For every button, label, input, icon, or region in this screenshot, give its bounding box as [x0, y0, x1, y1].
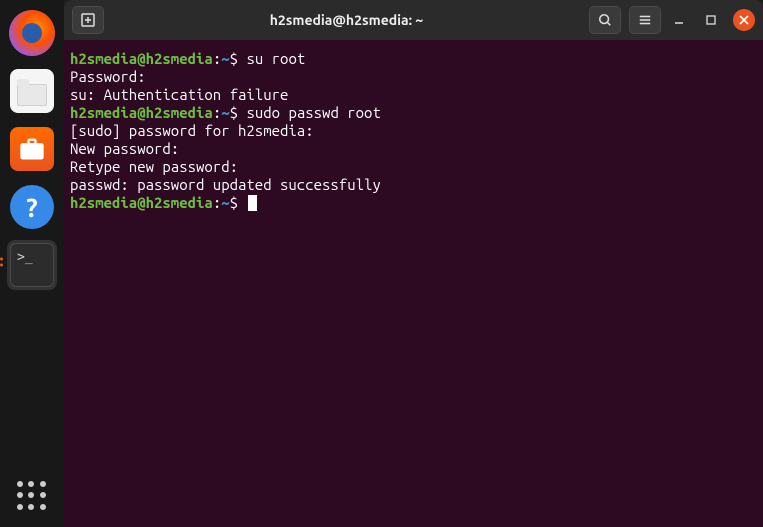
firefox-icon	[9, 10, 55, 56]
cursor	[248, 195, 257, 211]
software-icon	[10, 127, 54, 171]
maximize-icon	[706, 15, 716, 25]
software-launcher[interactable]	[7, 124, 57, 174]
hamburger-icon	[638, 13, 652, 27]
help-icon: ?	[10, 185, 54, 229]
terminal-launcher[interactable]: >_	[7, 240, 57, 290]
dock: ? >_	[0, 0, 64, 527]
show-applications-button[interactable]	[17, 481, 47, 511]
terminal-line: h2smedia@h2smedia:~$ su root	[70, 50, 757, 68]
search-button[interactable]	[589, 6, 621, 34]
files-launcher[interactable]	[7, 66, 57, 116]
prompt-host: h2smedia	[146, 50, 213, 67]
files-icon	[10, 69, 54, 113]
search-icon	[598, 13, 612, 27]
terminal-line: su: Authentication failure	[70, 86, 757, 104]
firefox-launcher[interactable]	[7, 8, 57, 58]
terminal-body[interactable]: h2smedia@h2smedia:~$ su root Password: s…	[64, 40, 763, 527]
terminal-line: h2smedia@h2smedia:~$	[70, 194, 757, 212]
menu-button[interactable]	[629, 6, 661, 34]
window-title: h2smedia@h2smedia: ~	[112, 12, 581, 28]
terminal-line: passwd: password updated successfully	[70, 176, 757, 194]
help-launcher[interactable]: ?	[7, 182, 57, 232]
terminal-line: Retype new password:	[70, 158, 757, 176]
new-tab-icon	[80, 12, 96, 28]
prompt-user: h2smedia	[70, 50, 137, 67]
close-icon	[739, 15, 749, 25]
terminal-line: [sudo] password for h2smedia:	[70, 122, 757, 140]
maximize-button[interactable]	[701, 10, 721, 30]
active-indicator	[0, 264, 3, 267]
window-controls	[669, 9, 755, 31]
terminal-line: h2smedia@h2smedia:~$ sudo passwd root	[70, 104, 757, 122]
titlebar: h2smedia@h2smedia: ~	[64, 0, 763, 40]
minimize-icon	[674, 15, 684, 25]
command-text: su root	[246, 50, 305, 67]
close-button[interactable]	[733, 9, 755, 31]
terminal-line: New password:	[70, 140, 757, 158]
prompt-path: ~	[221, 50, 229, 67]
terminal-line: Password:	[70, 68, 757, 86]
terminal-icon: >_	[10, 243, 54, 287]
minimize-button[interactable]	[669, 10, 689, 30]
new-tab-button[interactable]	[72, 6, 104, 34]
command-text: sudo passwd root	[246, 104, 380, 121]
terminal-window: h2smedia@h2smedia: ~	[64, 0, 763, 527]
